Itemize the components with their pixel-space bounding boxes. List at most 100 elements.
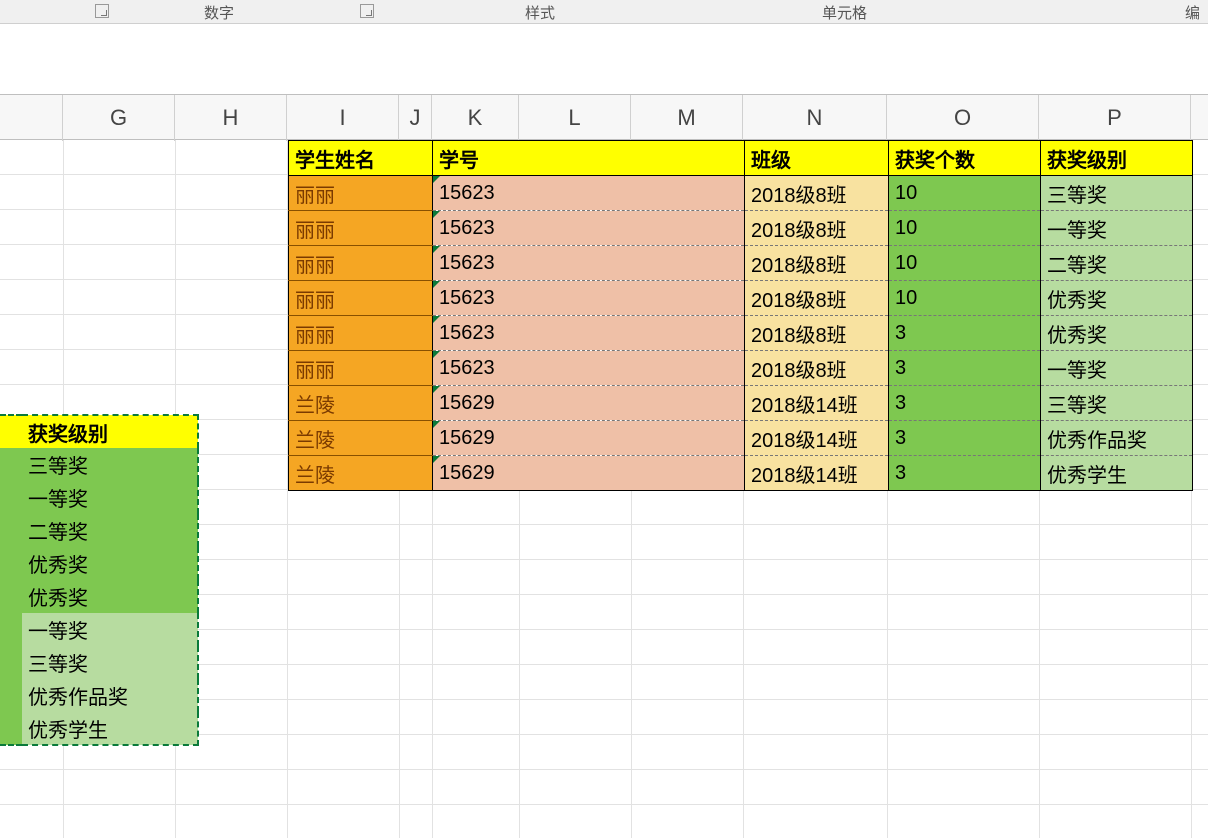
- th-name[interactable]: 学生姓名: [289, 141, 433, 176]
- table-row: 丽丽 15623 2018级8班 3 一等奖: [289, 351, 1193, 386]
- cell-count[interactable]: 3: [889, 421, 1041, 456]
- cell-class[interactable]: 2018级8班: [745, 351, 889, 386]
- lead-cell[interactable]: [0, 448, 22, 481]
- lead-cell[interactable]: [0, 679, 22, 712]
- col-header[interactable]: H: [175, 95, 287, 141]
- table-row: 兰陵 15629 2018级14班 3 优秀学生: [289, 456, 1193, 491]
- launcher-icon[interactable]: [360, 4, 374, 18]
- list-item[interactable]: 优秀学生: [22, 712, 198, 745]
- list-item[interactable]: 优秀奖: [22, 580, 198, 613]
- cell-id[interactable]: 15623: [433, 281, 745, 316]
- cell-level[interactable]: 优秀作品奖: [1041, 421, 1193, 456]
- col-header[interactable]: O: [887, 95, 1039, 141]
- cell-name[interactable]: 丽丽: [289, 351, 433, 386]
- cell-level[interactable]: 一等奖: [1041, 211, 1193, 246]
- list-item[interactable]: 优秀奖: [22, 547, 198, 580]
- ribbon-bar: 数字 样式 单元格 编: [0, 0, 1208, 24]
- cell-level[interactable]: 三等奖: [1041, 176, 1193, 211]
- lead-cell[interactable]: [0, 514, 22, 547]
- cell-count[interactable]: 3: [889, 456, 1041, 491]
- cell-id[interactable]: 15623: [433, 246, 745, 281]
- cell-level[interactable]: 优秀学生: [1041, 456, 1193, 491]
- th-count[interactable]: 获奖个数: [889, 141, 1041, 176]
- cell-name[interactable]: 兰陵: [289, 456, 433, 491]
- cell-level[interactable]: 优秀奖: [1041, 281, 1193, 316]
- cell-id[interactable]: 15623: [433, 176, 745, 211]
- lead-cell[interactable]: [0, 646, 22, 679]
- cell-name[interactable]: 兰陵: [289, 386, 433, 421]
- cell-id[interactable]: 15623: [433, 351, 745, 386]
- table-row: 丽丽 15623 2018级8班 3 优秀奖: [289, 316, 1193, 351]
- th-id[interactable]: 学号: [433, 141, 745, 176]
- cell-class[interactable]: 2018级8班: [745, 246, 889, 281]
- cell-class[interactable]: 2018级14班: [745, 386, 889, 421]
- cell-id[interactable]: 15623: [433, 211, 745, 246]
- launcher-icon[interactable]: [95, 4, 109, 18]
- cell-name[interactable]: 丽丽: [289, 316, 433, 351]
- cell-level[interactable]: 二等奖: [1041, 246, 1193, 281]
- cell-name[interactable]: 丽丽: [289, 211, 433, 246]
- cell-count[interactable]: 3: [889, 351, 1041, 386]
- table-row: 丽丽 15623 2018级8班 10 优秀奖: [289, 281, 1193, 316]
- cell-name[interactable]: 丽丽: [289, 281, 433, 316]
- cell-name[interactable]: 兰陵: [289, 421, 433, 456]
- col-header[interactable]: P: [1039, 95, 1191, 141]
- col-header-blank[interactable]: [0, 95, 63, 141]
- side-header[interactable]: 获奖级别: [22, 415, 198, 448]
- cell-count[interactable]: 3: [889, 386, 1041, 421]
- cell-level[interactable]: 三等奖: [1041, 386, 1193, 421]
- lead-cell[interactable]: [0, 613, 22, 646]
- th-class[interactable]: 班级: [745, 141, 889, 176]
- cell-class[interactable]: 2018级14班: [745, 421, 889, 456]
- cell-count[interactable]: 10: [889, 246, 1041, 281]
- th-level[interactable]: 获奖级别: [1041, 141, 1193, 176]
- list-item[interactable]: 三等奖: [22, 448, 198, 481]
- col-header[interactable]: N: [743, 95, 887, 141]
- cell-class[interactable]: 2018级8班: [745, 316, 889, 351]
- column-header-row: G H I J K L M N O P: [0, 94, 1208, 140]
- list-item[interactable]: 二等奖: [22, 514, 198, 547]
- cell-count[interactable]: 10: [889, 281, 1041, 316]
- table-row: 兰陵 15629 2018级14班 3 优秀作品奖: [289, 421, 1193, 456]
- page-root: 数字 样式 单元格 编 G H I J K L M N O P 学生姓名 学号 …: [0, 0, 1208, 838]
- lead-cell[interactable]: [0, 547, 22, 580]
- cell-class[interactable]: 2018级8班: [745, 281, 889, 316]
- cell-count[interactable]: 10: [889, 176, 1041, 211]
- cell-name[interactable]: 丽丽: [289, 176, 433, 211]
- cell-level[interactable]: 一等奖: [1041, 351, 1193, 386]
- col-header[interactable]: K: [432, 95, 519, 141]
- cell-level[interactable]: 优秀奖: [1041, 316, 1193, 351]
- lead-cell[interactable]: [0, 580, 22, 613]
- lead-cell[interactable]: [0, 415, 22, 448]
- list-item[interactable]: 三等奖: [22, 646, 198, 679]
- student-award-table: 学生姓名 学号 班级 获奖个数 获奖级别 丽丽 15623 2018级8班 10…: [288, 140, 1193, 491]
- col-header[interactable]: I: [287, 95, 399, 141]
- table-header-row: 学生姓名 学号 班级 获奖个数 获奖级别: [289, 141, 1193, 176]
- list-item[interactable]: 一等奖: [22, 481, 198, 514]
- award-level-selection: 获奖级别 三等奖 一等奖 二等奖 优秀奖 优秀奖 一等奖 三等奖 优秀作品奖 优…: [0, 414, 199, 746]
- lead-cell[interactable]: [0, 481, 22, 514]
- col-header[interactable]: L: [519, 95, 631, 141]
- cell-name[interactable]: 丽丽: [289, 246, 433, 281]
- cell-count[interactable]: 3: [889, 316, 1041, 351]
- cell-id[interactable]: 15629: [433, 456, 745, 491]
- list-item[interactable]: 一等奖: [22, 613, 198, 646]
- lead-cell[interactable]: [0, 712, 22, 745]
- cell-count[interactable]: 10: [889, 211, 1041, 246]
- col-header[interactable]: M: [631, 95, 743, 141]
- table-row: 丽丽 15623 2018级8班 10 一等奖: [289, 211, 1193, 246]
- col-header[interactable]: G: [63, 95, 175, 141]
- ribbon-group-cells: 单元格: [822, 2, 867, 23]
- cell-class[interactable]: 2018级8班: [745, 176, 889, 211]
- table-row: 兰陵 15629 2018级14班 3 三等奖: [289, 386, 1193, 421]
- col-header[interactable]: J: [399, 95, 432, 141]
- cell-class[interactable]: 2018级8班: [745, 211, 889, 246]
- table-row: 丽丽 15623 2018级8班 10 二等奖: [289, 246, 1193, 281]
- list-item[interactable]: 优秀作品奖: [22, 679, 198, 712]
- ribbon-group-number: 数字: [204, 2, 234, 23]
- table-row: 丽丽 15623 2018级8班 10 三等奖: [289, 176, 1193, 211]
- cell-id[interactable]: 15629: [433, 386, 745, 421]
- cell-class[interactable]: 2018级14班: [745, 456, 889, 491]
- cell-id[interactable]: 15629: [433, 421, 745, 456]
- cell-id[interactable]: 15623: [433, 316, 745, 351]
